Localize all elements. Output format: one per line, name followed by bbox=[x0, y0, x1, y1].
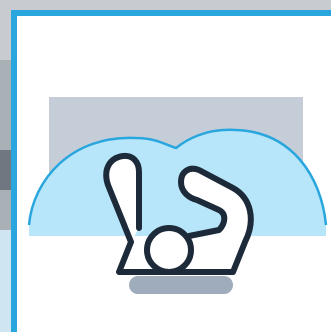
person-reclining-in-tub-icon bbox=[17, 97, 331, 332]
screenshot-scene bbox=[0, 0, 331, 332]
head bbox=[144, 225, 194, 275]
shadow-bar bbox=[129, 276, 233, 294]
